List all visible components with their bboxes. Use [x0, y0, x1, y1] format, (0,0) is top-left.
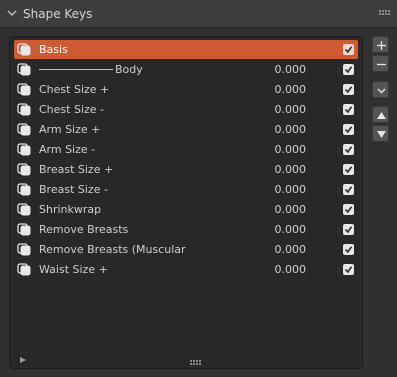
shape-key-row[interactable]: Waist Size + 0.000 — [14, 260, 358, 279]
shape-key-row[interactable]: Remove Breasts (Muscular 0.000 — [14, 240, 358, 259]
panel-title: Shape Keys — [23, 7, 93, 21]
shape-key-row[interactable]: Breast Size + 0.000 — [14, 160, 358, 179]
mute-checkbox[interactable] — [343, 164, 354, 175]
triangle-right-icon[interactable] — [20, 357, 26, 363]
shape-key-row[interactable]: Body 0.000 — [14, 60, 358, 79]
move-down-button[interactable] — [372, 125, 389, 142]
shape-key-label: Remove Breasts — [39, 223, 129, 236]
mute-checkbox[interactable] — [343, 264, 354, 275]
shape-key-label: Chest Size - — [39, 103, 105, 116]
mute-checkbox[interactable] — [343, 104, 354, 115]
shape-key-name[interactable]: Breast Size + — [39, 163, 113, 176]
shape-key-row[interactable]: Arm Size - 0.000 — [14, 140, 358, 159]
shape-key-value[interactable]: 0.000 — [254, 243, 307, 256]
chevron-down-icon[interactable] — [7, 9, 17, 17]
mute-checkbox[interactable] — [343, 204, 354, 215]
remove-shape-key-button[interactable] — [372, 55, 389, 72]
shape-key-icon — [17, 103, 31, 116]
shape-key-icon — [17, 263, 31, 276]
shape-keys-panel: Shape Keys Basis Body 0.000 Chest Size + 0.0… — [0, 0, 397, 377]
shape-key-label: Waist Size + — [39, 263, 108, 276]
shape-key-row[interactable]: Breast Size - 0.000 — [14, 180, 358, 199]
specials-menu-button[interactable] — [372, 81, 389, 98]
shape-key-value[interactable]: 0.000 — [254, 83, 307, 96]
shape-key-label: Arm Size + — [39, 123, 101, 136]
shape-key-icon — [17, 43, 31, 56]
mute-checkbox[interactable] — [343, 124, 354, 135]
mute-checkbox[interactable] — [343, 244, 354, 255]
shape-key-icon — [17, 223, 31, 236]
shape-key-name[interactable]: Waist Size + — [39, 263, 108, 276]
shape-key-label: Shrinkwrap — [39, 203, 102, 216]
mute-checkbox[interactable] — [343, 224, 354, 235]
shape-key-name[interactable]: Remove Breasts — [39, 223, 128, 236]
move-up-button[interactable] — [372, 106, 389, 123]
shape-key-name[interactable]: Shrinkwrap — [39, 203, 101, 216]
shape-key-row[interactable]: Shrinkwrap 0.000 — [14, 200, 358, 219]
shape-key-name[interactable]: Arm Size - — [39, 143, 95, 156]
shape-key-row[interactable]: Chest Size - 0.000 — [14, 100, 358, 119]
shape-key-label: Breast Size - — [39, 183, 108, 196]
shape-key-label: Remove Breasts (Muscular — [39, 243, 186, 256]
mute-checkbox[interactable] — [343, 144, 354, 155]
shape-key-icon — [17, 243, 31, 256]
shape-key-list[interactable]: Basis Body 0.000 Chest Size +0.000 Chest Siz… — [9, 36, 363, 369]
shape-key-icon — [17, 83, 31, 96]
mute-checkbox[interactable] — [343, 184, 354, 195]
drag-grip-icon[interactable] — [379, 10, 391, 16]
shape-key-label: Arm Size - — [39, 143, 96, 156]
shape-key-label: Breast Size + — [39, 163, 114, 176]
shape-key-label: Basis — [39, 43, 68, 56]
shape-key-icon — [17, 123, 31, 136]
panel-header[interactable]: Shape Keys — [0, 0, 397, 28]
shape-key-label: Body — [115, 63, 143, 76]
mute-checkbox[interactable] — [343, 64, 354, 75]
shape-key-row[interactable]: Remove Breasts 0.000 — [14, 220, 358, 239]
shape-key-name[interactable]: Remove Breasts (Muscular — [39, 243, 186, 256]
shape-key-row[interactable]: Basis — [14, 40, 358, 59]
mute-checkbox[interactable] — [343, 84, 354, 95]
list-resize-grip-icon[interactable] — [190, 360, 202, 365]
shape-key-icon — [17, 63, 31, 76]
shape-key-value[interactable]: 0.000 — [254, 223, 307, 236]
shape-key-value[interactable]: 0.000 — [254, 183, 307, 196]
shape-key-name[interactable]: Chest Size - — [39, 103, 104, 116]
shape-key-name[interactable]: Basis — [39, 43, 68, 56]
shape-key-icon — [17, 183, 31, 196]
shape-key-value[interactable]: 0.000 — [254, 203, 307, 216]
shape-key-icon — [17, 163, 31, 176]
shape-key-value[interactable]: 0.000 — [254, 63, 307, 76]
shape-key-name[interactable]: Chest Size + — [39, 83, 109, 96]
shape-key-name[interactable]: Breast Size - — [39, 183, 108, 196]
shape-key-value[interactable]: 0.000 — [254, 123, 307, 136]
mute-checkbox[interactable] — [343, 44, 354, 55]
shape-key-value[interactable]: 0.000 — [254, 143, 307, 156]
shape-key-icon — [17, 143, 31, 156]
shape-key-name[interactable]: Body — [39, 63, 143, 76]
shape-key-value[interactable]: 0.000 — [254, 103, 307, 116]
shape-key-value[interactable]: 0.000 — [254, 163, 307, 176]
shape-key-value[interactable]: 0.000 — [254, 263, 307, 276]
shape-key-row[interactable]: Chest Size + 0.000 — [14, 80, 358, 99]
add-shape-key-button[interactable] — [372, 36, 389, 53]
separator-line — [39, 68, 113, 70]
shape-key-icon — [17, 203, 31, 216]
shape-key-row[interactable]: Arm Size + 0.000 — [14, 120, 358, 139]
shape-key-name[interactable]: Arm Size + — [39, 123, 100, 136]
shape-key-label: Chest Size + — [39, 83, 110, 96]
